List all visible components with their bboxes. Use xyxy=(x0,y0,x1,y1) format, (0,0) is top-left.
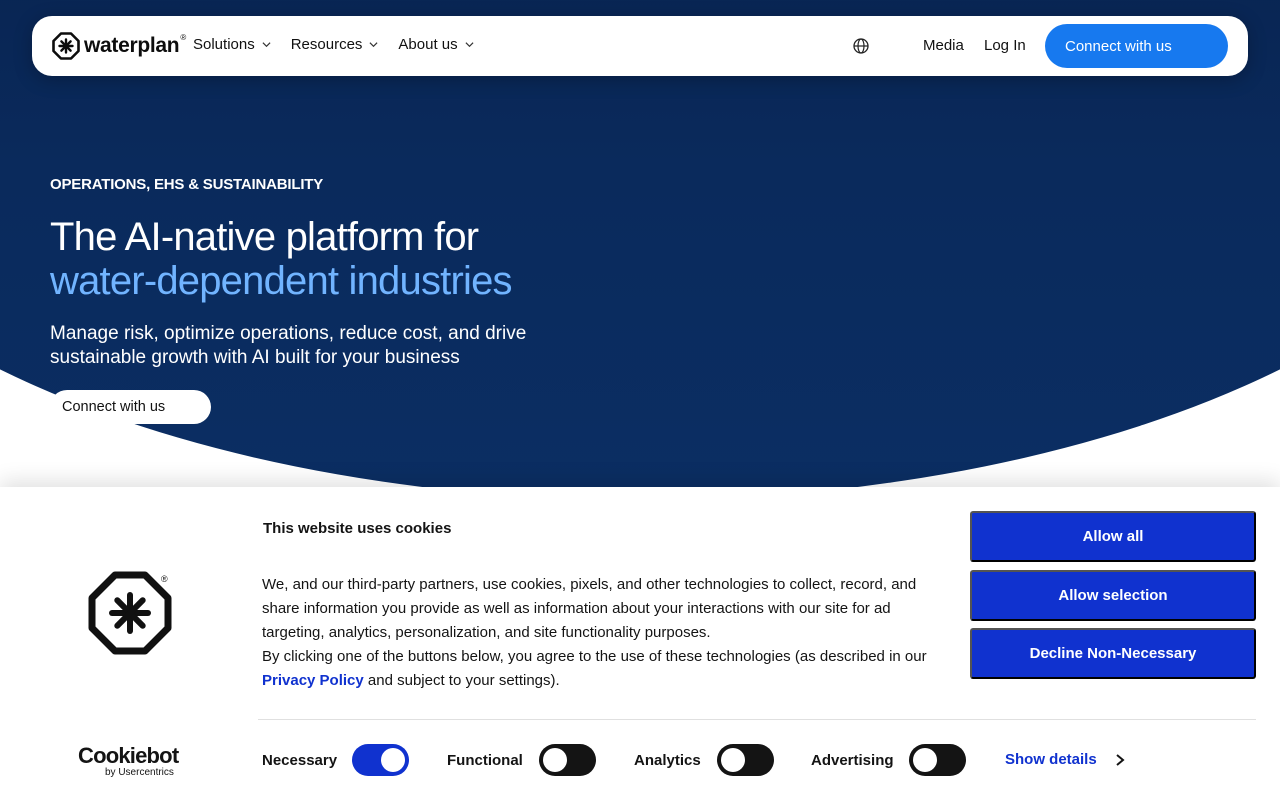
top-navigation: waterplan ® Solutions Resources About us… xyxy=(32,16,1248,76)
cookie-text-part-3: and subject to your settings). xyxy=(363,672,560,689)
toggle-label: Functional xyxy=(447,751,523,769)
functional-switch[interactable] xyxy=(538,744,596,776)
nav-login-link[interactable]: Log In xyxy=(984,37,1026,54)
hero-eyebrow: OPERATIONS, EHS & SUSTAINABILITY xyxy=(50,176,324,193)
cookiebot-logo: Cookiebot xyxy=(78,743,179,768)
cookie-title: This website uses cookies xyxy=(263,520,452,537)
switch-knob xyxy=(381,748,406,772)
allow-selection-button[interactable]: Allow selection xyxy=(970,570,1256,621)
toggle-functional: Functional xyxy=(447,743,596,777)
registered-mark: ® xyxy=(161,574,168,584)
chevron-right-icon xyxy=(1116,753,1125,766)
cookie-text-part-1: We, and our third-party partners, use co… xyxy=(262,576,917,641)
headline-line-1: The AI-native platform for xyxy=(50,215,479,259)
nav-item-solutions[interactable]: Solutions xyxy=(193,36,271,53)
waterplan-logo-icon xyxy=(52,32,80,60)
waterplan-logo[interactable]: waterplan ® xyxy=(52,32,186,60)
main-menu: Solutions Resources About us xyxy=(193,36,474,53)
toggle-necessary: Necessary xyxy=(262,743,410,777)
allow-all-button[interactable]: Allow all xyxy=(970,511,1256,562)
analytics-switch[interactable] xyxy=(716,744,774,776)
hero-connect-button[interactable]: Connect with us xyxy=(50,390,211,424)
toggle-label: Necessary xyxy=(262,751,338,769)
switch-knob xyxy=(542,748,567,772)
connect-with-us-button[interactable]: Connect with us xyxy=(1045,24,1228,68)
switch-knob xyxy=(912,748,937,772)
chevron-down-icon xyxy=(262,42,271,48)
nav-item-resources[interactable]: Resources xyxy=(291,36,379,53)
logo-registered-mark: ® xyxy=(180,32,187,42)
advertising-switch[interactable] xyxy=(908,744,966,776)
globe-icon[interactable] xyxy=(852,37,870,55)
switch-knob xyxy=(720,748,745,772)
nav-item-label: About us xyxy=(398,36,458,53)
chevron-down-icon xyxy=(369,42,378,48)
waterplan-logo-icon xyxy=(88,571,172,655)
toggle-advertising: Advertising xyxy=(811,743,966,777)
toggle-label: Analytics xyxy=(634,751,701,769)
usercentrics-byline: by Usercentrics xyxy=(105,767,174,778)
chevron-down-icon xyxy=(465,42,474,48)
nav-item-label: Resources xyxy=(290,36,363,53)
divider xyxy=(258,719,1256,720)
show-details-label: Show details xyxy=(1005,751,1097,768)
decline-non-necessary-button[interactable]: Decline Non-Necessary xyxy=(970,628,1256,679)
nav-item-about-us[interactable]: About us xyxy=(398,36,474,53)
show-details-link[interactable]: Show details xyxy=(1005,751,1125,768)
cookie-description: We, and our third-party partners, use co… xyxy=(262,573,932,693)
necessary-switch[interactable] xyxy=(352,744,410,776)
logo-wordmark: waterplan xyxy=(84,34,180,57)
nav-media-link[interactable]: Media xyxy=(923,37,964,54)
hero-headline: The AI-native platform for water-depende… xyxy=(50,215,513,303)
privacy-policy-link[interactable]: Privacy Policy xyxy=(262,672,364,689)
toggle-label: Advertising xyxy=(811,751,894,769)
nav-item-label: Solutions xyxy=(193,36,255,53)
toggle-analytics: Analytics xyxy=(634,743,774,777)
headline-line-2: water-dependent industries xyxy=(50,259,513,303)
hero-subheadline: Manage risk, optimize operations, reduce… xyxy=(50,323,527,368)
cookie-consent-banner: ® Cookiebot by Usercentrics This website… xyxy=(0,487,1280,800)
cookie-text-part-2: By clicking one of the buttons below, yo… xyxy=(262,648,927,665)
